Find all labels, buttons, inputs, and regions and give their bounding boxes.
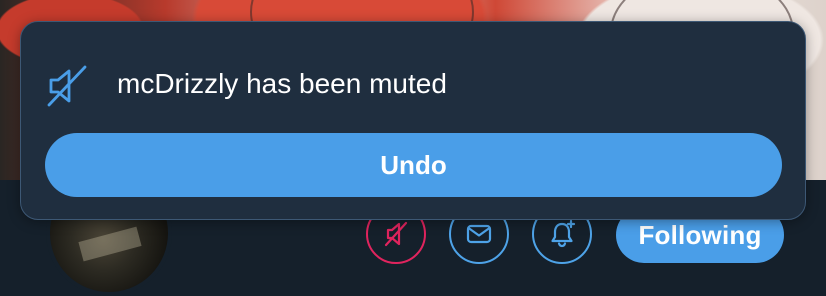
muted-speaker-icon: [384, 221, 408, 247]
envelope-icon: [466, 224, 492, 244]
avatar-artwork: [78, 226, 142, 262]
muted-speaker-icon: [47, 65, 87, 107]
muted-toast: mcDrizzly has been muted Undo: [20, 21, 806, 220]
undo-button[interactable]: Undo: [45, 133, 782, 197]
bell-plus-icon: [551, 219, 576, 248]
toast-message: mcDrizzly has been muted: [117, 68, 447, 99]
